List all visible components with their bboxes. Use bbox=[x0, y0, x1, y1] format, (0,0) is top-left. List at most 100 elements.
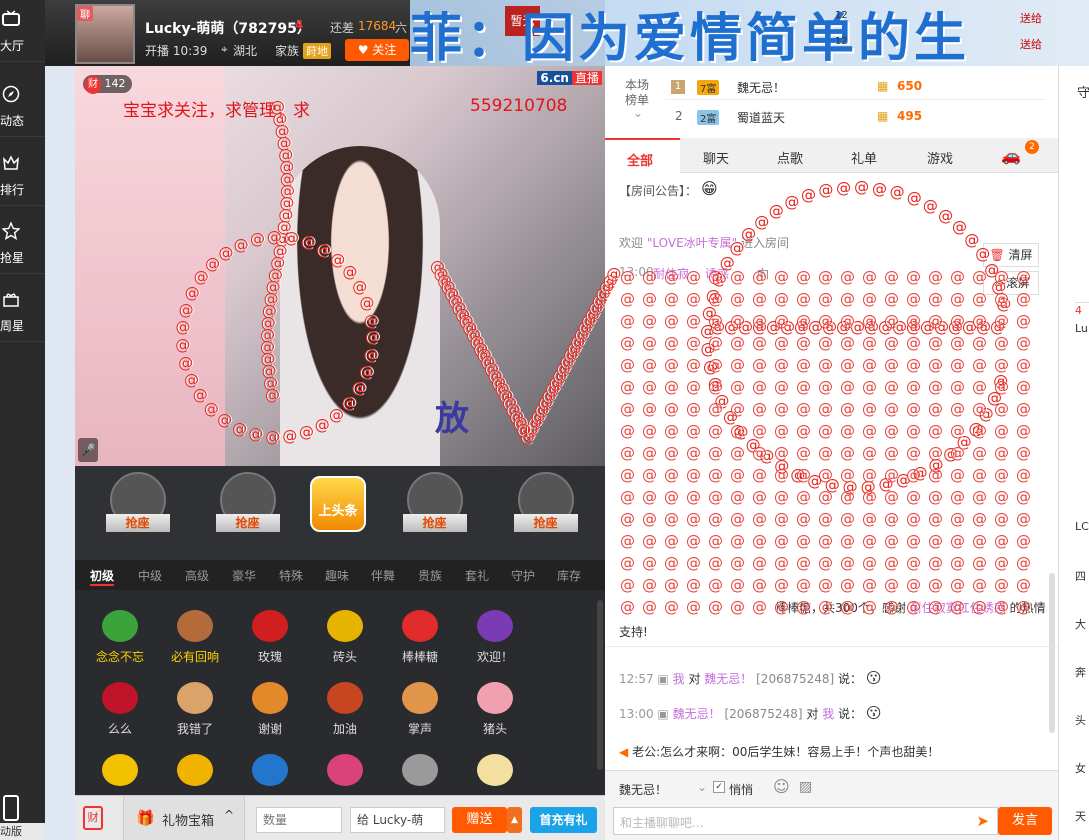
paper-plane-icon[interactable]: ➤ bbox=[976, 812, 989, 830]
chat-scrollbar[interactable] bbox=[1049, 573, 1055, 733]
grab-seat-button[interactable]: 抢座 bbox=[215, 514, 280, 532]
message-sender[interactable]: 耐住寂 bbox=[653, 265, 689, 282]
gift-item[interactable]: 么么 bbox=[90, 682, 150, 737]
grab-seat-button[interactable]: 抢座 bbox=[402, 514, 467, 532]
chevron-down-icon[interactable]: ⌄ bbox=[633, 106, 643, 120]
grab-seat-button[interactable]: 抢座 bbox=[105, 514, 170, 532]
clear-screen-button[interactable]: 🗑 清屏 bbox=[983, 243, 1039, 267]
gift-tab-fun[interactable]: 趣味 bbox=[325, 567, 349, 584]
gift-tab-mid[interactable]: 中级 bbox=[138, 567, 162, 584]
gift-item[interactable]: 砖头 bbox=[315, 610, 375, 665]
message-sender-tail[interactable]: 诱惑 bbox=[705, 265, 729, 282]
gift-item[interactable]: 我错了 bbox=[165, 682, 225, 737]
microphone-icon[interactable]: 🎤 bbox=[78, 438, 98, 462]
headline-slot[interactable]: 上头条 bbox=[310, 476, 370, 546]
car-icon[interactable]: 🚗 bbox=[1001, 146, 1021, 165]
chevron-right-icon[interactable]: › bbox=[1058, 426, 1059, 442]
image-icon[interactable]: ▨ bbox=[799, 779, 812, 795]
chat-tabs: 全部 聊天 点歌 礼单 游戏 🚗 2 bbox=[605, 138, 1058, 173]
gift-scrollbar[interactable] bbox=[597, 600, 603, 770]
seat-slot[interactable]: 抢座 bbox=[200, 472, 295, 552]
emoji-icon[interactable]: ☺ bbox=[773, 777, 790, 796]
gift-item[interactable]: 猪头 bbox=[465, 682, 525, 737]
family-tag[interactable]: 莳地 bbox=[303, 43, 331, 59]
gift-box-button[interactable]: 🎁 礼物宝箱 ^ bbox=[123, 796, 245, 840]
gift-tab-special[interactable]: 特殊 bbox=[279, 567, 303, 584]
location-pin-icon: ⌖ bbox=[221, 42, 228, 56]
grab-seat-button[interactable]: 抢座 bbox=[513, 514, 578, 532]
user-icon: ▣ bbox=[657, 707, 669, 721]
gift-tab-basic[interactable]: 初级 bbox=[90, 567, 115, 586]
message-recipient[interactable]: 魏无忌！ bbox=[704, 672, 752, 686]
quantity-input[interactable] bbox=[256, 807, 342, 833]
gift-item[interactable]: 必有回响 bbox=[165, 610, 225, 665]
gift-item[interactable]: 掌声 bbox=[390, 682, 450, 737]
whisper-checkbox[interactable]: ✓ bbox=[713, 781, 725, 793]
welcome-suffix: 进入房间 bbox=[741, 236, 790, 250]
gift-icon bbox=[102, 754, 138, 786]
tab-chat[interactable]: 聊天 bbox=[703, 148, 729, 167]
headline-button[interactable]: 上头条 bbox=[310, 476, 366, 532]
gift-item[interactable]: 棒棒糖 bbox=[390, 610, 450, 665]
gift-item[interactable] bbox=[390, 754, 450, 792]
sidebar-item-weekly-star[interactable]: 周星 bbox=[0, 280, 45, 342]
message-recipient[interactable]: 我 bbox=[822, 707, 834, 721]
gift-tab-set[interactable]: 套礼 bbox=[465, 567, 489, 584]
chevron-down-icon[interactable]: ⌄ bbox=[697, 780, 707, 794]
gift-label: 念念不忘 bbox=[95, 650, 144, 664]
gift-tab-dance[interactable]: 伴舞 bbox=[371, 567, 395, 584]
gift-item[interactable] bbox=[465, 754, 525, 792]
seat-slot[interactable]: 抢座 bbox=[498, 472, 593, 552]
gift-item[interactable]: 玫瑰 bbox=[240, 610, 300, 665]
seat-slot[interactable]: 抢座 bbox=[387, 472, 482, 552]
sidebar-item-rank[interactable]: 排行 bbox=[0, 144, 45, 206]
auto-scroll-button[interactable]: ✓ 滚屏 bbox=[983, 271, 1039, 295]
rank-level-badge: 7富 bbox=[697, 80, 720, 95]
system-ad-line[interactable]: ◀ 老公:怎么才来啊：00后学生妹！容易上手！个声也甜美！ bbox=[619, 743, 939, 760]
gift-item[interactable] bbox=[315, 754, 375, 792]
gift-icon bbox=[477, 682, 513, 714]
gift-tab-guard[interactable]: 守护 bbox=[511, 567, 535, 584]
gift-item[interactable] bbox=[90, 754, 150, 792]
gift-tab-noble[interactable]: 贵族 bbox=[418, 567, 442, 584]
recipient-select[interactable]: 给 Lucky-萌 bbox=[350, 807, 445, 833]
chat-input[interactable]: 和主播聊聊吧... ➤ bbox=[613, 807, 998, 835]
gift-item[interactable]: 欢迎！ bbox=[465, 610, 525, 665]
gift-item[interactable]: 谢谢 bbox=[240, 682, 300, 737]
follow-button[interactable]: ♥ 关注 bbox=[345, 39, 409, 61]
gift-item[interactable] bbox=[240, 754, 300, 792]
tab-all[interactable]: 全部 bbox=[605, 138, 680, 173]
gift-item[interactable]: 加油 bbox=[315, 682, 375, 737]
message-sender[interactable]: 我 bbox=[673, 672, 685, 686]
message-sender[interactable]: 魏无忌！ bbox=[673, 707, 721, 721]
tab-song[interactable]: 点歌 bbox=[777, 148, 803, 167]
guard-item: 四 bbox=[1075, 570, 1086, 583]
sidebar-item-hall[interactable]: 大厅 bbox=[0, 0, 45, 62]
sidebar-item-feed[interactable]: 动态 bbox=[0, 75, 45, 137]
rank-row[interactable]: 2 2富 蜀道蓝天 ▦ 495 bbox=[665, 104, 1045, 130]
gift-tab-high[interactable]: 高级 bbox=[185, 567, 209, 584]
gift-tab-luxury[interactable]: 豪华 bbox=[232, 567, 256, 584]
sidebar-item-grab-star[interactable]: 抢星 bbox=[0, 212, 45, 274]
gift-thanks-sender[interactable]: 耐住寂寞扛住诱惑 bbox=[910, 601, 1006, 615]
send-message-button[interactable]: 发言 bbox=[998, 807, 1052, 835]
gift-icon bbox=[477, 754, 513, 786]
gift-item[interactable]: 念念不忘 bbox=[90, 610, 150, 665]
gift-tab-inventory[interactable]: 库存 bbox=[557, 567, 581, 584]
mobile-icon[interactable] bbox=[3, 795, 19, 821]
welcome-name[interactable]: "LOVE冰叶专属" bbox=[647, 236, 737, 250]
recharge-button[interactable]: 首充有礼 bbox=[530, 807, 597, 833]
send-gift-button[interactable]: 赠送 bbox=[452, 807, 507, 833]
rank-row[interactable]: 1 7富 魏无忌！ ▦ 650 bbox=[665, 74, 1045, 100]
treasure-icon[interactable]: 财 bbox=[83, 806, 103, 830]
tab-gift-list[interactable]: 礼单 bbox=[851, 148, 877, 167]
live-video[interactable]: 财 142 6.cn 直播 宝宝求关注，求管理，求 559210708 放 🎤 bbox=[75, 66, 605, 466]
send-gift-options[interactable]: ▲ bbox=[507, 807, 522, 833]
streamer-figure bbox=[280, 146, 440, 466]
chat-target-name[interactable]: 魏无忌！ bbox=[619, 781, 667, 798]
gift-item[interactable] bbox=[165, 754, 225, 792]
seat-slot[interactable]: 抢座 bbox=[90, 472, 185, 552]
mobile-version-label[interactable]: 动版 bbox=[0, 823, 45, 840]
viewer-count-pill: 财 142 bbox=[83, 75, 132, 94]
tab-game[interactable]: 游戏 bbox=[927, 148, 953, 167]
